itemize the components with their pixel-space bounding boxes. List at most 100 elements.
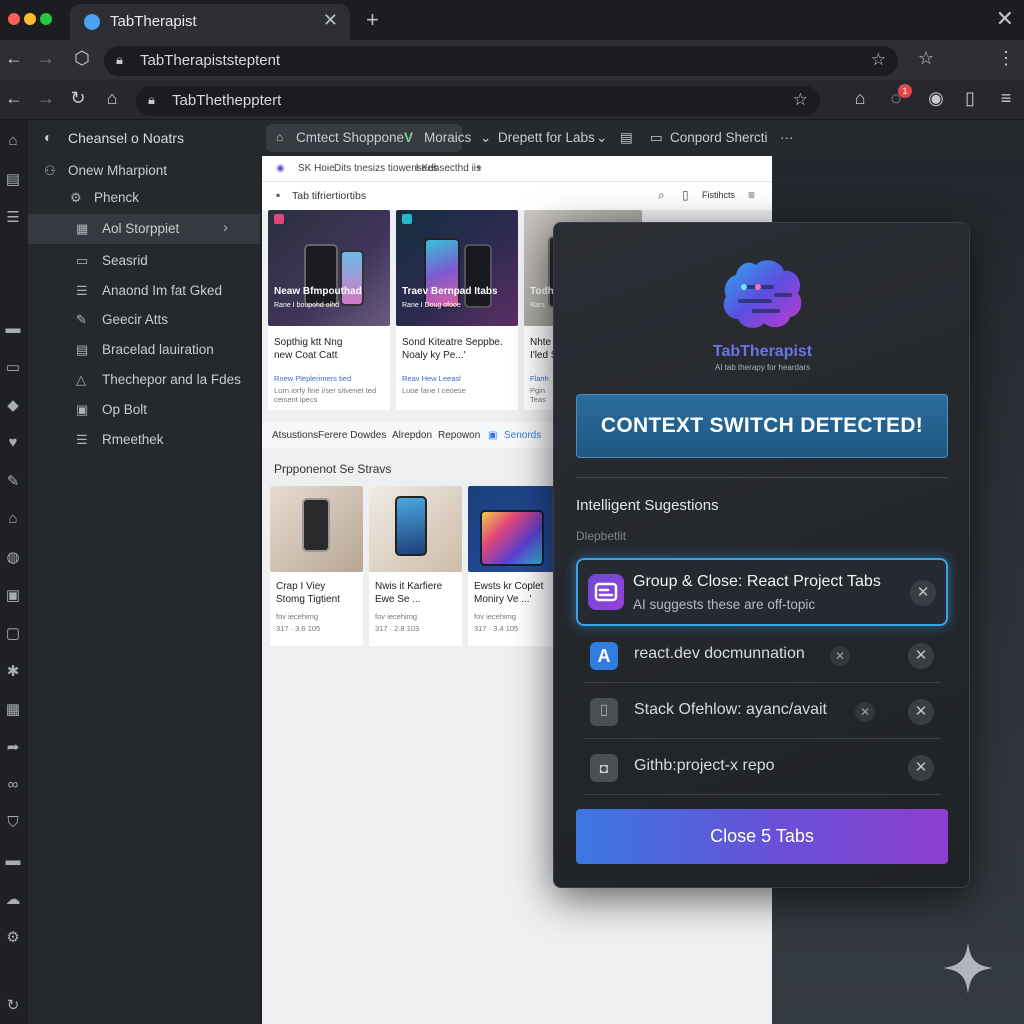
search-icon[interactable]: ⌕ [658,188,665,203]
close-tab-icon[interactable]: ✕ [908,699,934,725]
filter-icon[interactable]: ▯ [682,188,689,202]
cloud-icon[interactable]: ☁ [2,890,24,908]
puzzle-icon[interactable]: ✱ [2,662,24,680]
card-icon[interactable]: ▣ [2,586,24,604]
product-card[interactable]: Nwis it Karfiere Ewe Se ... fov iecehimg… [369,486,462,646]
chat-icon[interactable]: ◍ [2,548,24,566]
sidebar-item[interactable]: △ Thechepor and la Fdes [28,365,260,395]
home-icon[interactable]: ⌂ [848,88,872,109]
filter-item[interactable]: Ferere Dowdes [318,430,386,441]
shield-icon[interactable]: ⛉ [2,814,24,831]
filter-item[interactable]: Senords [504,430,541,441]
tab-list-item[interactable]: ◘ Githb:project-x repo ✕ [584,740,941,795]
bookmark-item[interactable]: Conpord Shercti [670,130,768,145]
window-zoom-dot[interactable] [40,13,52,25]
card-link[interactable]: Reav Hew Leeasl [402,374,461,383]
window-minimize-dot[interactable] [24,13,36,25]
card-link[interactable]: Flanh [530,374,549,383]
share-icon[interactable]: ➦ [2,738,24,756]
product-card[interactable]: Ewsts kr Coplet Moniry Ve ...' fov ieceh… [468,486,561,646]
info-icon: ◐ [44,129,53,145]
home-icon[interactable]: ⌂ [100,88,124,109]
card-link[interactable]: Rnew Pleplerimers tied [274,374,351,383]
home-icon[interactable]: ⌂ [2,132,24,149]
extensions-icon[interactable]: ⬡ [70,48,94,69]
new-tab-button[interactable]: + [366,7,379,33]
sidebar-header[interactable]: ◐ Cheansel o Noatrs [28,120,260,156]
close-tab-small-icon[interactable]: ✕ [855,702,875,722]
sidebar-item[interactable]: ☰ Rmeethek [28,425,260,455]
forward-arrow-icon[interactable]: → [34,88,58,109]
product-card[interactable]: Traev Bernpad Itabs Rane I Doug ofooe So… [396,210,518,410]
page-top-item[interactable]: SK Hoie [298,163,335,174]
page-header-title: Tab tifriertiortibs [292,190,367,202]
product-card[interactable]: Crap I Viey Stomg Tigtient fov iecehimg … [270,486,363,646]
page-top-item[interactable]: + [476,163,482,174]
tab-list-item[interactable]: A react.dev docmunnation ✕ ✕ [584,628,941,683]
sidebar-item-active[interactable]: ▦ Aol Storppiet › [28,214,260,244]
folder-icon[interactable]: ▬ [2,320,24,337]
hamburger-menu-icon[interactable]: ≡ [994,88,1018,109]
tag-icon[interactable]: ◆ [2,396,24,414]
dashboard-icon[interactable]: ▤ [2,170,24,188]
dismiss-suggestion-icon[interactable]: ✕ [910,580,936,606]
filter-item[interactable]: Alrepdon [392,430,432,441]
pen-icon[interactable]: ✎ [2,472,24,490]
browser-tab[interactable]: TabTherapist ✕ [70,4,350,40]
house-icon[interactable]: ⌂ [2,510,24,527]
window-close-icon[interactable]: ✕ [996,6,1014,32]
more-icon[interactable]: ··· [780,130,794,145]
tab-close-icon[interactable]: ✕ [323,10,338,31]
reload-icon[interactable]: ↻ [66,88,90,109]
address-bar-secondary[interactable]: 🔒︎ TabThethepptert ☆ [136,86,820,116]
back-arrow-icon[interactable]: ← [2,88,26,109]
address-bar[interactable]: 🔒︎ TabTheraріststeptent ☆ [104,46,898,76]
calendar-icon[interactable]: ▦ [2,700,24,718]
bookmark-item[interactable]: Moraics [424,130,471,145]
tab-favicon-icon [84,14,100,30]
phone-image [464,244,492,308]
sidebar-item[interactable]: ▭ Seasrid [28,246,260,276]
suggestion-card-highlighted[interactable]: Group & Close: React Project Tabs AI sug… [576,558,948,626]
heart-icon[interactable]: ♥ [2,434,24,451]
close-tabs-button[interactable]: Close 5 Tabs [576,809,948,864]
window-close-dot[interactable] [8,13,20,25]
sidebar-item[interactable]: ⚙ Phenck [28,183,260,213]
tab-list-item[interactable]: ⌷ Stack Ofehlow: ayanc/avait ✕ ✕ [584,684,941,739]
brain-logo-icon [723,260,802,328]
close-tab-icon[interactable]: ✕ [908,643,934,669]
sidebar-item[interactable]: ⚇ Onew Mharpiont [28,156,260,186]
bookmark-item[interactable]: Cmtect Shoppone [296,130,404,145]
filter-item[interactable]: Repowon [438,430,480,441]
card-title: Nwis it Karfiere Ewe Se ... [375,581,443,605]
sidebar-item[interactable]: ▣ Op Bolt [28,395,260,425]
sidebar-toggle-icon[interactable]: ▯ [958,88,982,109]
menu-dots-icon[interactable]: ⋮ [994,48,1018,69]
list-icon[interactable]: ☰ [2,208,24,226]
suggestions-title: Intelligent Sugestions [576,497,719,514]
sidebar-item[interactable]: ☰ Anaond Im fat Gked [28,276,260,306]
hamburger-menu-icon[interactable]: ≡ [748,188,755,202]
context-switch-alert: CONTEXT SWITCH DETECTED! [576,394,948,458]
link-icon[interactable]: ∞ [2,776,24,793]
sidebar-item[interactable]: ▤ Bracelad lauiration [28,335,260,365]
sidebar-item[interactable]: ✎ Geecir Atts [28,305,260,335]
bookmark-star-icon[interactable]: ☆ [871,50,886,70]
extension-icon[interactable]: ◉ [924,88,948,109]
window-icon[interactable]: ▢ [2,624,24,642]
back-arrow-icon[interactable]: ← [2,48,26,69]
store-icon[interactable]: ▬ [2,852,24,869]
refresh-icon[interactable]: ↻ [2,996,24,1014]
bookmark-star-icon[interactable]: ☆ [793,90,808,110]
star-icon[interactable]: ☆ [914,48,938,69]
settings-gear-icon[interactable]: ⚙ [2,928,24,946]
bookmark-item[interactable]: Drepett for Labs [498,130,595,145]
close-tab-small-icon[interactable]: ✕ [830,646,850,666]
close-tab-icon[interactable]: ✕ [908,755,934,781]
page-top-item[interactable]: l-Kdhsecthd iis [416,163,481,174]
page-header-action[interactable]: Fistihcts [702,190,735,200]
filter-item[interactable]: Atsustions [272,430,318,441]
inbox-icon[interactable]: ▭ [2,358,24,376]
product-card[interactable]: Neaw Bfmpouthad Rane I boupohd oihd Sopt… [268,210,390,410]
forward-arrow-icon[interactable]: → [34,48,58,69]
